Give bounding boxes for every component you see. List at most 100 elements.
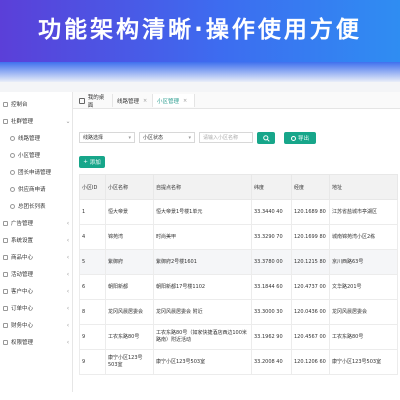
cell-address: 康宁小区123号503室 xyxy=(329,349,398,375)
tab-label: 我的桌面 xyxy=(87,94,105,109)
cell-address: 城南锦苑湾小区2栋 xyxy=(329,224,398,250)
status-select[interactable]: 小区状态 ▾ xyxy=(139,132,195,143)
cell-address: 工农东路80号 xyxy=(329,324,398,350)
sidebar-item-activities[interactable]: 活动管理 ‹ xyxy=(0,267,72,281)
sidebar-item-label: 权限管理 xyxy=(11,340,34,346)
sidebar-item-permissions[interactable]: 权限管理 ‹ xyxy=(0,335,72,349)
product-icon xyxy=(3,254,8,260)
tab-label: 线路管理 xyxy=(117,98,140,105)
chevron-left-icon: ‹ xyxy=(66,287,70,295)
cell-name: 工农东路80号 xyxy=(105,324,154,350)
cell-pickup: 康宁小区123号503室 xyxy=(153,349,252,375)
home-icon xyxy=(79,97,85,104)
plus-icon: + xyxy=(83,159,88,165)
cell-name: 紫御府 xyxy=(105,249,154,275)
sidebar-item-finance[interactable]: 财务中心 ‹ xyxy=(0,318,72,332)
sidebar-item-label: 广告管理 xyxy=(11,221,34,227)
column-header-pickup[interactable]: 自提点名称 xyxy=(153,174,252,200)
chevron-left-icon: ‹ xyxy=(66,270,70,278)
chevron-down-icon: ▾ xyxy=(188,134,191,141)
promo-banner: 功能架构清晰·操作使用方便 xyxy=(0,0,400,62)
sidebar-item-label: 供应商申请 xyxy=(18,187,46,193)
search-input[interactable]: 请输入小区名称 xyxy=(199,132,253,143)
bullet-icon xyxy=(10,169,15,175)
cell-latitude: 33.3780 00 xyxy=(251,249,292,275)
sidebar-item-community[interactable]: 社群管理 ⌄ xyxy=(0,114,72,128)
lock-icon xyxy=(3,339,8,345)
export-button[interactable]: 导出 xyxy=(284,132,316,144)
route-select[interactable]: 线路选择 ▾ xyxy=(79,132,135,143)
cell-longitude: 120.4567 00 xyxy=(291,324,330,350)
cell-pickup: 恒大帝景1号楼1单元 xyxy=(153,199,252,225)
column-header-id[interactable]: 小区ID xyxy=(79,174,106,200)
chevron-left-icon: ‹ xyxy=(66,338,70,346)
cell-id: 9 xyxy=(79,324,106,350)
tab-routes[interactable]: 线路管理 × xyxy=(113,94,153,107)
cell-longitude: 120.1215 80 xyxy=(291,249,330,275)
cell-pickup: 时尚美甲 xyxy=(153,224,252,250)
sidebar-item-label: 活动管理 xyxy=(11,272,34,278)
chevron-left-icon: ‹ xyxy=(66,253,70,261)
table-header-row: 小区ID 小区名称 自提点名称 纬度 经度 地址 xyxy=(79,174,398,200)
table-row[interactable]: 6 朝阳新都 朝阳新都17号楼1102 33.1844 60 120.4737 … xyxy=(79,274,398,300)
main-content: 我的桌面 线路管理 × 小区管理 × 线路选择 ▾ 小区状态 ▾ 请输入小区名称… xyxy=(73,92,400,392)
sidebar-item-neighborhoods[interactable]: 小区管理 xyxy=(0,148,72,162)
table-row[interactable]: 5 紫御府 紫御府2号楼1601 33.3780 00 120.1215 80 … xyxy=(79,249,398,275)
bullet-icon xyxy=(10,152,15,158)
cell-longitude: 120.1206 60 xyxy=(291,349,330,375)
table-row[interactable]: 8 龙冈风晨居委会 龙冈风晨居委会 附近 33.3000 30 120.0436… xyxy=(79,299,398,325)
chevron-left-icon: ‹ xyxy=(66,219,70,227)
chevron-down-icon: ▾ xyxy=(128,134,131,141)
sidebar-item-customers[interactable]: 客户中心 ‹ xyxy=(0,284,72,298)
table-row[interactable]: 9 康宁小区123号503室 康宁小区123号503室 33.2008 40 1… xyxy=(79,349,398,375)
sidebar-item-settings[interactable]: 系统设置 ‹ xyxy=(0,233,72,247)
sidebar-item-dashboard[interactable]: 控制台 xyxy=(0,97,72,111)
table-row[interactable]: 4 锦苑湾 时尚美甲 33.3290 70 120.1699 80 城南锦苑湾小… xyxy=(79,224,398,250)
tab-neighborhoods[interactable]: 小区管理 × xyxy=(153,94,195,107)
column-header-latitude[interactable]: 纬度 xyxy=(251,174,292,200)
sidebar-item-supplier-applications[interactable]: 供应商申请 xyxy=(0,182,72,196)
column-header-longitude[interactable]: 经度 xyxy=(291,174,330,200)
community-icon xyxy=(3,118,8,124)
cell-address: 龙冈风晨居委会 xyxy=(329,299,398,325)
sidebar-item-ads[interactable]: 广告管理 ‹ xyxy=(0,216,72,230)
column-header-name[interactable]: 小区名称 xyxy=(105,174,154,200)
export-icon xyxy=(290,135,296,141)
sidebar-item-leader-applications[interactable]: 团长申请管理 xyxy=(0,165,72,179)
add-label: 添加 xyxy=(89,160,101,166)
sidebar-item-routes[interactable]: 线路管理 xyxy=(0,131,72,145)
close-icon[interactable]: × xyxy=(143,98,147,104)
sidebar-item-products[interactable]: 商品中心 ‹ xyxy=(0,250,72,264)
sidebar-item-label: 客户中心 xyxy=(11,289,34,295)
cell-name: 恒大帝景 xyxy=(105,199,154,225)
bullet-icon xyxy=(10,186,15,192)
cell-longitude: 120.4737 00 xyxy=(291,274,330,300)
cell-id: 5 xyxy=(79,249,106,275)
tab-bar: 我的桌面 线路管理 × 小区管理 × xyxy=(73,92,400,109)
chevron-down-icon: ⌄ xyxy=(65,117,71,125)
cell-name: 康宁小区123号503室 xyxy=(105,349,154,375)
banner-title: 功能架构清晰·操作使用方便 xyxy=(38,17,362,43)
add-button[interactable]: + 添加 xyxy=(79,156,105,168)
cell-latitude: 33.3000 30 xyxy=(251,299,292,325)
cell-pickup: 龙冈风晨居委会 附近 xyxy=(153,299,252,325)
cell-latitude: 33.1962 90 xyxy=(251,324,292,350)
cell-latitude: 33.3290 70 xyxy=(251,224,292,250)
customer-icon xyxy=(3,288,8,294)
sidebar-item-label: 线路管理 xyxy=(18,136,41,142)
tab-desktop[interactable]: 我的桌面 xyxy=(75,94,113,109)
cell-id: 6 xyxy=(79,274,106,300)
search-icon xyxy=(262,134,270,142)
table-row[interactable]: 1 恒大帝景 恒大帝景1号楼1单元 33.3440 40 120.1689 80… xyxy=(79,199,398,225)
close-icon[interactable]: × xyxy=(183,98,187,104)
cell-latitude: 33.1844 60 xyxy=(251,274,292,300)
search-button[interactable] xyxy=(257,132,275,144)
sidebar-item-label: 总团长列表 xyxy=(18,204,46,210)
table-row[interactable]: 9 工农东路80号 工农东路80号（如家快捷酒店西边100米路南）附近活动 33… xyxy=(79,324,398,350)
sidebar-item-label: 财务中心 xyxy=(11,323,34,329)
sidebar-item-head-leaders[interactable]: 总团长列表 xyxy=(0,199,72,213)
route-select-value: 线路选择 xyxy=(83,135,104,141)
gear-icon xyxy=(3,237,8,243)
sidebar-item-orders[interactable]: 订单中心 ‹ xyxy=(0,301,72,315)
column-header-address[interactable]: 地址 xyxy=(329,174,398,200)
